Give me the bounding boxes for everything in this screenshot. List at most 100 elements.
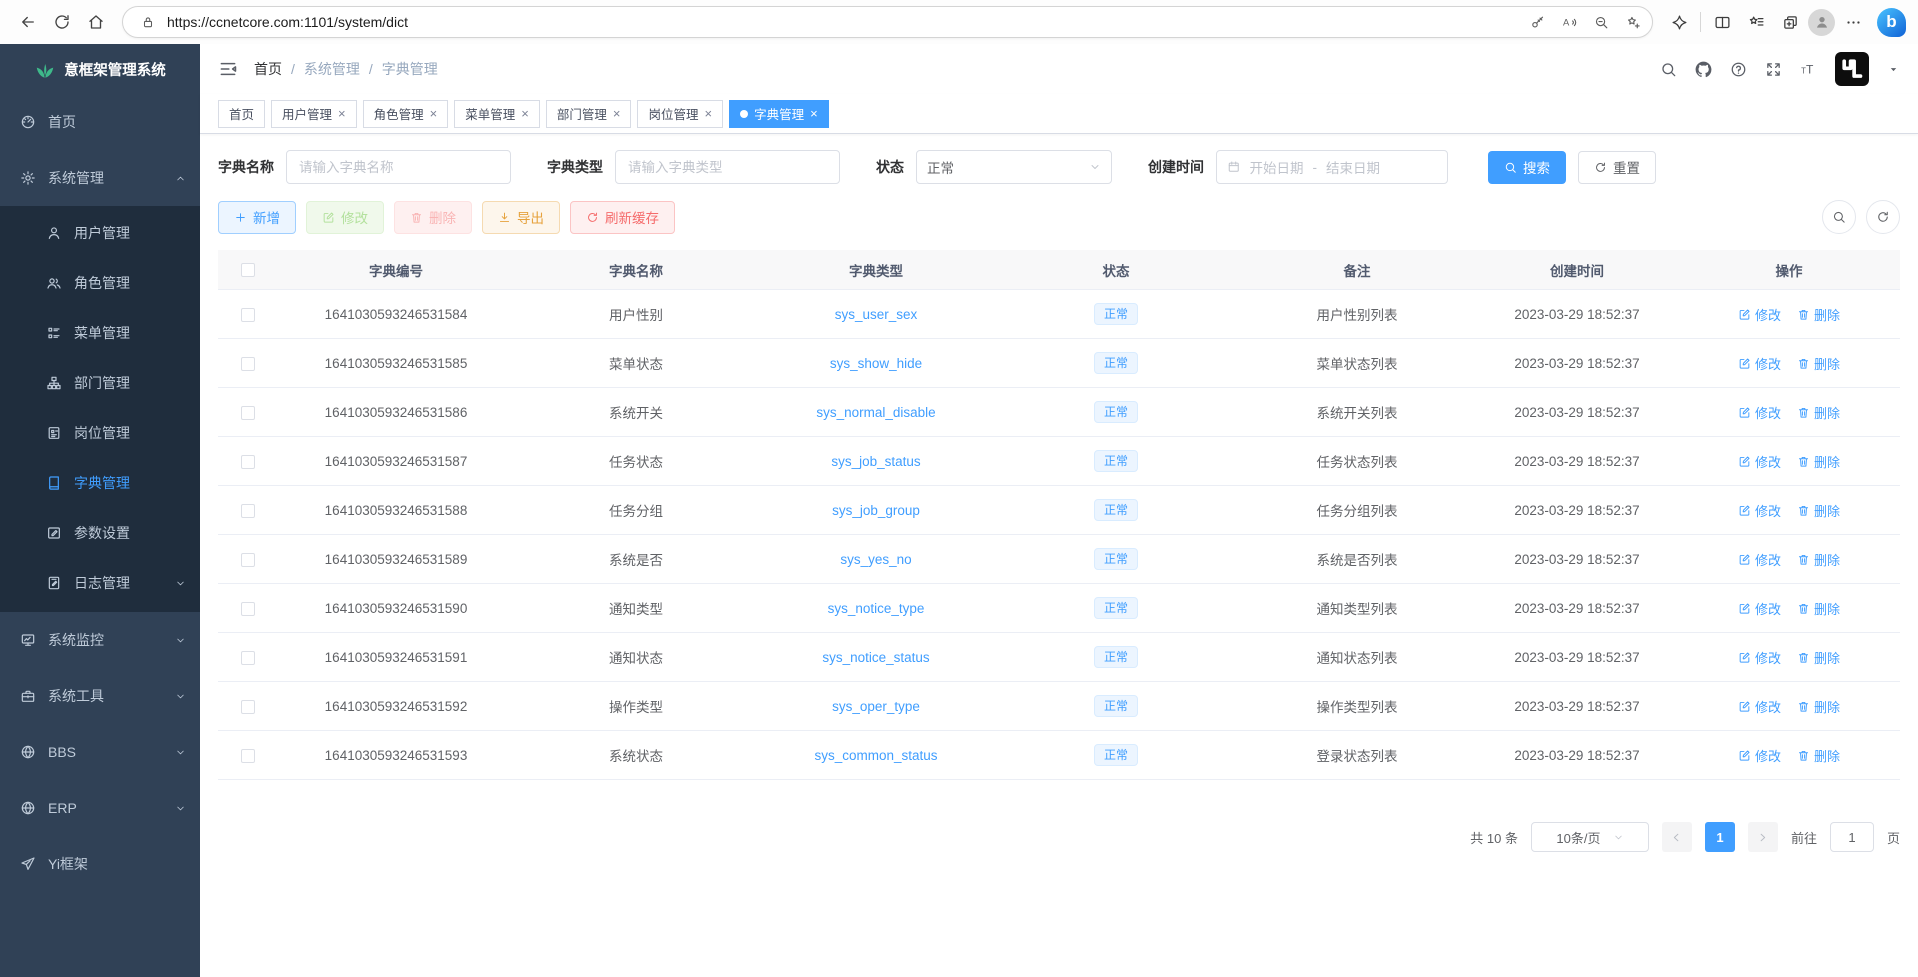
- close-tab-icon[interactable]: ×: [521, 106, 529, 121]
- dict-type-link[interactable]: sys_notice_status: [822, 650, 929, 665]
- row-delete-link[interactable]: 删除: [1797, 697, 1840, 716]
- sidebar-item-post-mgmt[interactable]: 岗位管理: [0, 408, 200, 458]
- sidebar-item-system-mgmt[interactable]: 系统管理: [0, 150, 200, 206]
- sidebar-item-system-monitor[interactable]: 系统监控: [0, 612, 200, 668]
- next-page-button[interactable]: [1748, 822, 1778, 852]
- breadcrumb-system[interactable]: 系统管理: [304, 59, 360, 79]
- favorites-icon[interactable]: [1740, 6, 1772, 38]
- zoom-out-icon[interactable]: [1588, 9, 1614, 35]
- sidebar-item-menu-mgmt[interactable]: 菜单管理: [0, 308, 200, 358]
- row-delete-link[interactable]: 删除: [1797, 501, 1840, 520]
- sidebar-item-param-settings[interactable]: 参数设置: [0, 508, 200, 558]
- close-tab-icon[interactable]: ×: [338, 106, 346, 121]
- select-all-checkbox[interactable]: [241, 263, 255, 277]
- browser-home-icon[interactable]: [80, 6, 112, 38]
- row-checkbox[interactable]: [241, 749, 255, 763]
- split-screen-icon[interactable]: [1706, 6, 1738, 38]
- row-edit-link[interactable]: 修改: [1738, 599, 1781, 618]
- row-checkbox[interactable]: [241, 406, 255, 420]
- reset-button[interactable]: 重置: [1578, 151, 1656, 184]
- row-edit-link[interactable]: 修改: [1738, 354, 1781, 373]
- sidebar-toggle-icon[interactable]: [218, 59, 238, 79]
- row-edit-link[interactable]: 修改: [1738, 550, 1781, 569]
- breadcrumb-home[interactable]: 首页: [254, 59, 282, 79]
- dict-type-link[interactable]: sys_yes_no: [840, 552, 911, 567]
- row-edit-link[interactable]: 修改: [1738, 648, 1781, 667]
- url-text[interactable]: https://ccnetcore.com:1101/system/dict: [167, 14, 1518, 30]
- date-range-picker[interactable]: 开始日期 - 结束日期: [1216, 150, 1448, 184]
- row-checkbox[interactable]: [241, 504, 255, 518]
- row-edit-link[interactable]: 修改: [1738, 403, 1781, 422]
- dict-type-link[interactable]: sys_normal_disable: [816, 405, 935, 420]
- tab-home[interactable]: 首页: [218, 100, 265, 128]
- bing-chat-icon[interactable]: [1877, 8, 1906, 37]
- dict-type-link[interactable]: sys_oper_type: [832, 699, 920, 714]
- row-checkbox[interactable]: [241, 602, 255, 616]
- fullscreen-icon[interactable]: [1765, 61, 1782, 78]
- help-icon[interactable]: [1730, 61, 1747, 78]
- sidebar-item-home[interactable]: 首页: [0, 94, 200, 150]
- close-tab-icon[interactable]: ×: [704, 106, 712, 121]
- sidebar-item-erp[interactable]: ERP: [0, 780, 200, 836]
- page-number-button[interactable]: 1: [1705, 822, 1735, 852]
- row-delete-link[interactable]: 删除: [1797, 452, 1840, 471]
- dict-type-link[interactable]: sys_show_hide: [830, 356, 922, 371]
- close-tab-icon[interactable]: ×: [430, 106, 438, 121]
- export-button[interactable]: 导出: [482, 201, 560, 234]
- row-delete-link[interactable]: 删除: [1797, 746, 1840, 765]
- refresh-cache-button[interactable]: 刷新缓存: [570, 201, 675, 234]
- tab-dept-mgmt[interactable]: 部门管理×: [546, 100, 632, 128]
- dict-type-link[interactable]: sys_job_status: [831, 454, 920, 469]
- page-size-select[interactable]: 10条/页: [1531, 822, 1649, 852]
- row-checkbox[interactable]: [241, 651, 255, 665]
- read-aloud-icon[interactable]: A: [1556, 9, 1582, 35]
- close-tab-icon[interactable]: ×: [810, 106, 818, 121]
- row-edit-link[interactable]: 修改: [1738, 452, 1781, 471]
- modify-button[interactable]: 修改: [306, 201, 384, 234]
- browser-profile-avatar[interactable]: [1808, 9, 1835, 36]
- dict-type-link[interactable]: sys_notice_type: [828, 601, 925, 616]
- collections-icon[interactable]: [1774, 6, 1806, 38]
- row-delete-link[interactable]: 删除: [1797, 354, 1840, 373]
- tab-user-mgmt[interactable]: 用户管理×: [271, 100, 357, 128]
- dict-type-link[interactable]: sys_user_sex: [835, 307, 918, 322]
- row-edit-link[interactable]: 修改: [1738, 501, 1781, 520]
- row-edit-link[interactable]: 修改: [1738, 697, 1781, 716]
- dict-type-input[interactable]: [615, 150, 840, 184]
- add-button[interactable]: 新增: [218, 201, 296, 234]
- row-delete-link[interactable]: 删除: [1797, 648, 1840, 667]
- tab-menu-mgmt[interactable]: 菜单管理×: [454, 100, 540, 128]
- status-select[interactable]: 正常: [916, 150, 1112, 184]
- row-checkbox[interactable]: [241, 357, 255, 371]
- header-search-icon[interactable]: [1660, 61, 1677, 78]
- toggle-search-button[interactable]: [1822, 200, 1856, 234]
- close-tab-icon[interactable]: ×: [613, 106, 621, 121]
- goto-page-input[interactable]: [1830, 822, 1874, 852]
- dict-type-link[interactable]: sys_job_group: [832, 503, 920, 518]
- sidebar-item-dept-mgmt[interactable]: 部门管理: [0, 358, 200, 408]
- browser-back-icon[interactable]: [12, 6, 44, 38]
- prev-page-button[interactable]: [1662, 822, 1692, 852]
- sidebar-item-dict-mgmt[interactable]: 字典管理: [0, 458, 200, 508]
- tab-dict-mgmt[interactable]: 字典管理×: [729, 100, 829, 128]
- row-checkbox[interactable]: [241, 455, 255, 469]
- browser-menu-icon[interactable]: [1837, 6, 1869, 38]
- delete-button[interactable]: 删除: [394, 201, 472, 234]
- row-checkbox[interactable]: [241, 700, 255, 714]
- font-size-icon[interactable]: TT: [1800, 61, 1817, 78]
- dict-name-input[interactable]: [286, 150, 511, 184]
- sidebar-item-user-mgmt[interactable]: 用户管理: [0, 208, 200, 258]
- address-bar[interactable]: https://ccnetcore.com:1101/system/dict A: [122, 6, 1653, 38]
- user-avatar[interactable]: [1835, 52, 1869, 86]
- row-edit-link[interactable]: 修改: [1738, 746, 1781, 765]
- github-icon[interactable]: [1695, 61, 1712, 78]
- row-delete-link[interactable]: 删除: [1797, 305, 1840, 324]
- tab-role-mgmt[interactable]: 角色管理×: [363, 100, 449, 128]
- sidebar-item-role-mgmt[interactable]: 角色管理: [0, 258, 200, 308]
- row-edit-link[interactable]: 修改: [1738, 305, 1781, 324]
- row-checkbox[interactable]: [241, 308, 255, 322]
- sidebar-item-yi-framework[interactable]: Yi框架: [0, 836, 200, 892]
- add-favorite-icon[interactable]: [1620, 9, 1646, 35]
- browser-reload-icon[interactable]: [46, 6, 78, 38]
- password-manager-icon[interactable]: [1524, 9, 1550, 35]
